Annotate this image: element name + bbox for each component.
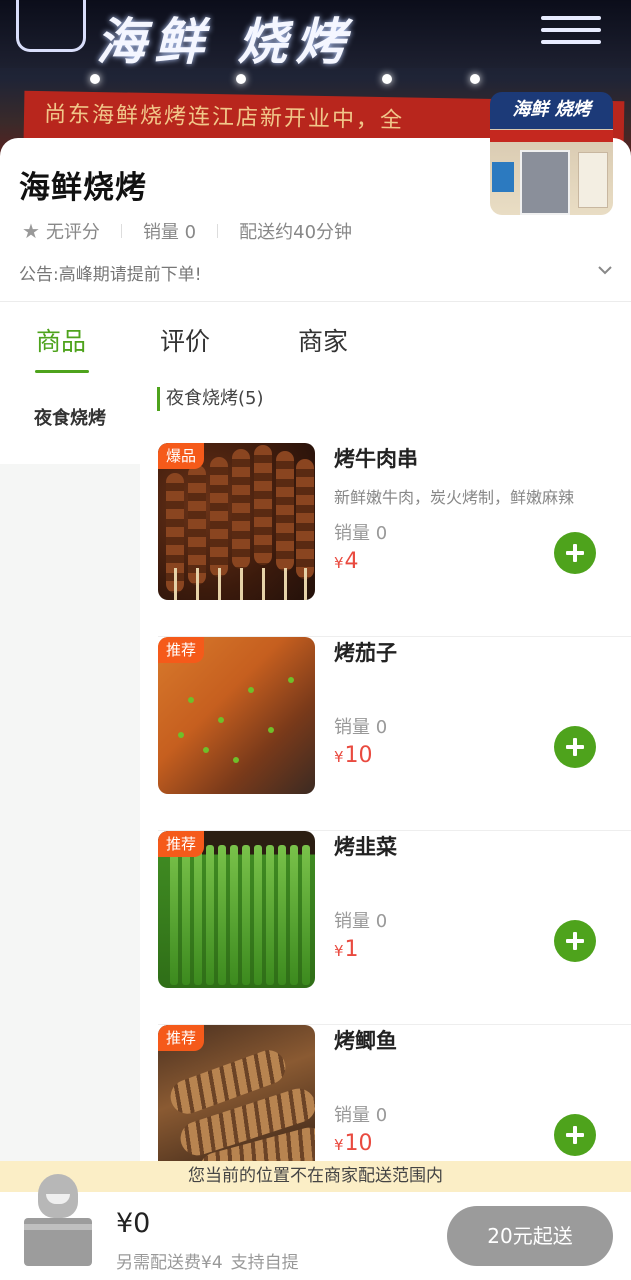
price-value: 10	[344, 743, 373, 768]
product-item[interactable]: 爆品 烤牛肉串 新鲜嫩牛肉，炭火烤制，鲜嫩麻辣 销量 0 ¥4	[158, 443, 631, 637]
shop-notice: 公告:高峰期请提前下单!	[19, 265, 202, 285]
price-value: 10	[344, 1131, 373, 1156]
product-item[interactable]: 推荐 烤茄子 销量 0 ¥10	[158, 637, 631, 831]
store-thumbnail[interactable]: 海鲜 烧烤	[490, 92, 613, 215]
cart-total: ¥0	[116, 1208, 151, 1239]
divider	[217, 224, 219, 238]
shop-sales: 销量 0	[142, 222, 197, 243]
product-sales: 销量 0	[334, 523, 388, 544]
cart-bar: ¥0 另需配送费¥4 支持自提 20元起送	[0, 1174, 631, 1280]
product-price: ¥1	[334, 937, 359, 962]
star-icon: ★	[22, 219, 40, 243]
category-sidebar: 夜食烧烤	[0, 378, 140, 1178]
divider	[120, 224, 122, 238]
sidebar-item-night-bbq[interactable]: 夜食烧烤	[0, 378, 140, 464]
product-item[interactable]: 推荐 烤韭菜 销量 0 ¥1	[158, 831, 631, 1025]
cart-icon[interactable]	[18, 1172, 98, 1272]
currency-symbol: ¥	[334, 554, 344, 572]
product-sales: 销量 0	[334, 911, 388, 932]
add-to-cart-button[interactable]	[554, 1114, 596, 1156]
product-name: 烤茄子	[334, 641, 397, 665]
product-badge: 推荐	[158, 831, 205, 857]
price-value: 4	[344, 549, 359, 574]
product-image-chives[interactable]: 推荐	[158, 831, 315, 988]
tab-merchant[interactable]: 商家	[298, 322, 348, 358]
sign-decoration-right	[511, 8, 601, 54]
category-title: 夜食烧烤(5)	[157, 387, 264, 411]
add-to-cart-button[interactable]	[554, 532, 596, 574]
product-price: ¥10	[334, 1131, 373, 1156]
storefront-sign-text: 海鲜 烧烤	[96, 12, 354, 71]
delivery-time: 配送约40分钟	[239, 222, 353, 243]
pickup-support: 支持自提	[230, 1253, 299, 1273]
price-value: 1	[344, 937, 359, 962]
product-name: 烤牛肉串	[334, 447, 418, 471]
min-order-button[interactable]: 20元起送	[447, 1206, 613, 1266]
product-image-crucian-fish[interactable]: 推荐	[158, 1025, 315, 1182]
currency-symbol: ¥	[334, 942, 344, 960]
product-badge: 推荐	[158, 1025, 205, 1051]
shop-stats: ★ 无评分 销量 0 配送约40分钟	[22, 218, 352, 244]
ceiling-lights	[0, 70, 631, 84]
storefront-sign: 海鲜 烧烤	[0, 0, 631, 71]
product-image-beef-skewer[interactable]: 爆品	[158, 443, 315, 600]
product-description: 新鲜嫩牛肉，炭火烤制，鲜嫩麻辣	[334, 488, 575, 507]
sign-decoration	[16, 0, 86, 52]
tab-active-indicator	[35, 370, 89, 373]
product-sales: 销量 0	[334, 717, 388, 738]
tab-reviews[interactable]: 评价	[160, 322, 210, 358]
delivery-fee: 另需配送费¥4	[116, 1253, 223, 1273]
product-name: 烤鲫鱼	[334, 1029, 397, 1053]
tab-bar: 商品 评价 商家	[0, 302, 631, 378]
product-name: 烤韭菜	[334, 835, 397, 859]
add-to-cart-button[interactable]	[554, 920, 596, 962]
product-badge: 爆品	[158, 443, 205, 469]
thumbnail-sign-text: 海鲜 烧烤	[512, 99, 591, 120]
shop-name: 海鲜烧烤	[19, 170, 147, 206]
shop-rating: 无评分	[45, 222, 100, 243]
product-badge: 推荐	[158, 637, 205, 663]
currency-symbol: ¥	[334, 1136, 344, 1154]
product-price: ¥10	[334, 743, 373, 768]
currency-symbol: ¥	[334, 748, 344, 766]
product-image-eggplant[interactable]: 推荐	[158, 637, 315, 794]
tab-products[interactable]: 商品	[36, 322, 86, 358]
chevron-down-icon[interactable]	[596, 261, 614, 279]
product-price: ¥4	[334, 549, 359, 574]
product-sales: 销量 0	[334, 1105, 388, 1126]
delivery-fee-info: 另需配送费¥4 支持自提	[116, 1248, 307, 1273]
add-to-cart-button[interactable]	[554, 726, 596, 768]
